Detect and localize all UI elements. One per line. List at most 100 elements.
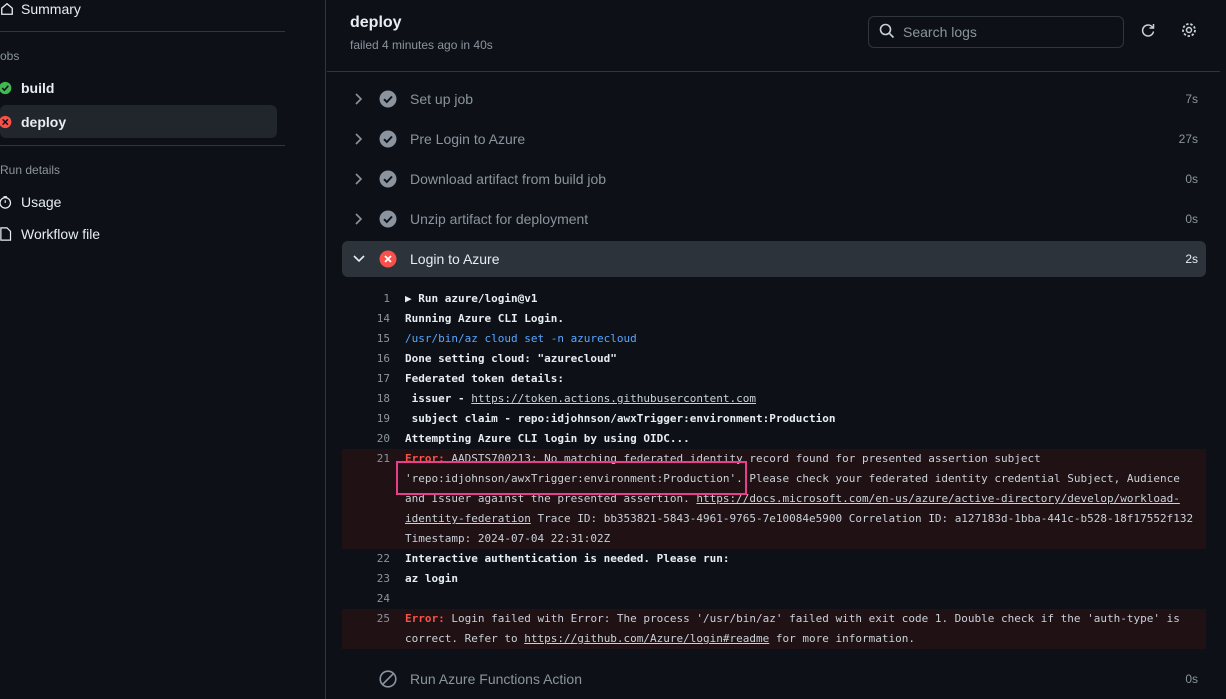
run-details-heading: Run details	[0, 163, 61, 177]
log-line: 14 Running Azure CLI Login.	[342, 309, 1206, 329]
log-text: issuer - https://token.actions.githubuse…	[405, 389, 756, 409]
line-number[interactable]: 18	[342, 389, 390, 409]
check-circle-icon	[374, 130, 402, 148]
step-row-expanded[interactable]: Login to Azure 2s	[342, 241, 1206, 277]
step-duration: 7s	[1185, 92, 1198, 106]
log-link[interactable]: https://token.actions.githubusercontent.…	[471, 392, 756, 405]
sidebar-item-label: Summary	[21, 1, 81, 17]
step-row[interactable]: Unzip artifact for deployment 0s	[342, 201, 1206, 237]
step-name: Set up job	[410, 91, 474, 107]
step-row[interactable]: Download artifact from build job 0s	[342, 161, 1206, 197]
line-number[interactable]: 1	[342, 289, 390, 309]
line-number[interactable]: 22	[342, 549, 390, 569]
divider	[0, 31, 285, 32]
x-circle-icon	[374, 250, 402, 268]
log-text[interactable]: ▶ Run azure/login@v1	[405, 289, 537, 309]
error-label: Error:	[405, 452, 445, 465]
line-number[interactable]: 21	[342, 449, 390, 549]
step-name: Login to Azure	[410, 251, 500, 267]
step-row[interactable]: Pre Login to Azure 27s	[342, 121, 1206, 157]
sidebar-item-build[interactable]: build	[0, 73, 54, 103]
log-line: 19 subject claim - repo:idjohnson/awxTri…	[342, 409, 1206, 429]
log-text: Error: Login failed with Error: The proc…	[405, 609, 1205, 649]
log-text: Federated token details:	[405, 372, 564, 385]
check-circle-icon	[374, 90, 402, 108]
error-label: Error:	[405, 612, 445, 625]
log-line-error: 21 Error: AADSTS700213: No matching fede…	[342, 449, 1206, 549]
file-icon	[0, 227, 20, 241]
line-number[interactable]: 20	[342, 429, 390, 449]
line-number[interactable]: 23	[342, 569, 390, 589]
sidebar-item-label: build	[21, 80, 55, 96]
log-line: 22 Interactive authentication is needed.…	[342, 549, 1206, 569]
search-box[interactable]	[868, 16, 1124, 48]
log-line-error: 25 Error: Login failed with Error: The p…	[342, 609, 1206, 649]
chevron-down-icon	[342, 254, 374, 264]
step-name: Pre Login to Azure	[410, 131, 526, 147]
log-link[interactable]: https://github.com/Azure/login#readme	[524, 632, 769, 645]
gear-icon	[1181, 22, 1197, 43]
chevron-right-icon	[342, 173, 374, 185]
main-panel: deploy failed 4 minutes ago in 40s Set u…	[327, 0, 1226, 699]
line-number[interactable]: 17	[342, 369, 390, 389]
search-input[interactable]	[903, 24, 1103, 40]
log-text: Error: AADSTS700213: No matching federat…	[405, 449, 1205, 549]
sidebar-item-usage[interactable]: Usage	[0, 187, 61, 217]
log-text: Done setting cloud: "azurecloud"	[405, 352, 617, 365]
sidebar-item-label: Workflow file	[21, 226, 101, 242]
log-text-prefix: issuer -	[405, 392, 472, 405]
log-text: /usr/bin/az cloud set -n azurecloud	[405, 332, 637, 345]
skipped-icon	[374, 670, 402, 688]
step-row[interactable]: Set up job 7s	[342, 81, 1206, 117]
step-duration: 0s	[1185, 672, 1198, 686]
job-status-text: failed 4 minutes ago in 40s	[350, 38, 493, 52]
check-circle-icon	[374, 170, 402, 188]
log-line: 15 /usr/bin/az cloud set -n azurecloud	[342, 329, 1206, 349]
job-header: deploy failed 4 minutes ago in 40s	[327, 0, 1226, 72]
sidebar: Summary obs build deploy Run details Usa…	[0, 0, 326, 699]
log-line: 24	[342, 589, 1206, 609]
line-number[interactable]: 19	[342, 409, 390, 429]
step-duration: 0s	[1185, 212, 1198, 226]
line-number[interactable]: 16	[342, 349, 390, 369]
log-line: 23 az login	[342, 569, 1206, 589]
search-icon	[879, 23, 895, 42]
error-message-tail: for more information.	[769, 632, 915, 645]
line-number[interactable]: 24	[342, 589, 390, 609]
chevron-right-icon	[342, 213, 374, 225]
refresh-icon	[1140, 22, 1156, 43]
step-name: Unzip artifact for deployment	[410, 211, 589, 227]
log-output: 1 ▶ Run azure/login@v1 14 Running Azure …	[342, 289, 1206, 649]
line-number[interactable]: 14	[342, 309, 390, 329]
log-text: az login	[405, 572, 458, 585]
log-text: subject claim - repo:idjohnson/awxTrigge…	[405, 412, 836, 425]
stopwatch-icon	[0, 195, 20, 209]
log-text: Attempting Azure CLI login by using OIDC…	[405, 432, 690, 445]
settings-button[interactable]	[1177, 20, 1201, 44]
jobs-heading: obs	[0, 49, 20, 63]
line-number[interactable]: 25	[342, 609, 390, 649]
log-text: Interactive authentication is needed. Pl…	[405, 552, 730, 565]
step-duration: 2s	[1185, 252, 1198, 266]
sidebar-item-deploy[interactable]: deploy	[0, 105, 277, 138]
sidebar-item-workflow-file[interactable]: Workflow file	[0, 219, 100, 249]
home-icon	[0, 2, 20, 16]
refresh-button[interactable]	[1136, 20, 1160, 44]
step-duration: 27s	[1178, 132, 1198, 146]
scrollbar[interactable]	[1220, 0, 1226, 699]
line-number[interactable]: 15	[342, 329, 390, 349]
step-row[interactable]: Run Azure Functions Action 0s	[342, 661, 1206, 697]
step-duration: 0s	[1185, 172, 1198, 186]
log-line: 20 Attempting Azure CLI login by using O…	[342, 429, 1206, 449]
divider	[0, 145, 285, 146]
step-name: Run Azure Functions Action	[410, 671, 582, 687]
chevron-right-icon	[342, 133, 374, 145]
log-text: Running Azure CLI Login.	[405, 312, 564, 325]
check-circle-icon	[0, 81, 20, 95]
sidebar-item-summary[interactable]: Summary	[0, 0, 81, 24]
chevron-right-icon	[342, 93, 374, 105]
x-circle-icon	[0, 115, 20, 129]
log-line: 18 issuer - https://token.actions.github…	[342, 389, 1206, 409]
page-title: deploy	[350, 14, 402, 31]
step-name: Download artifact from build job	[410, 171, 607, 187]
